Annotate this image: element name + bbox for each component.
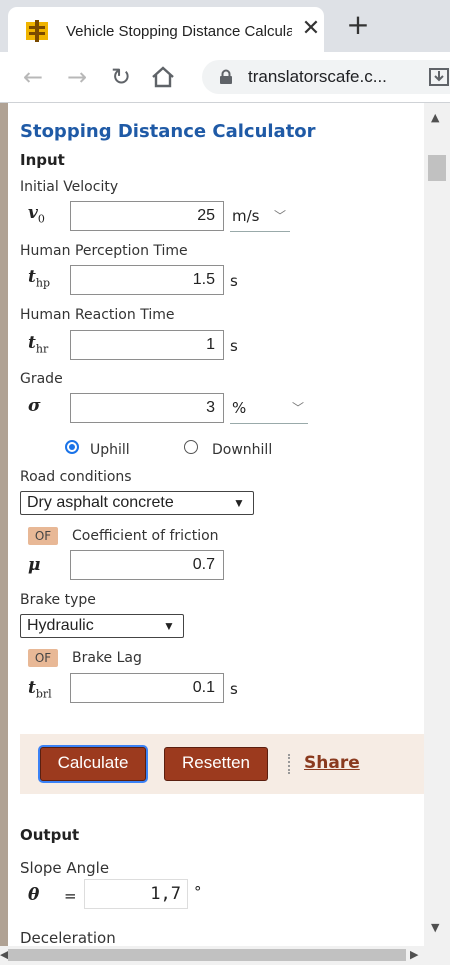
chevron-down-icon: ▼: [233, 496, 245, 510]
downhill-label: Downhill: [212, 442, 273, 458]
slope-symbol: θ: [28, 885, 40, 905]
uphill-radio[interactable]: [65, 440, 79, 454]
site-favicon-icon: [26, 20, 48, 42]
tab-strip: Vehicle Stopping Distance Calculator ✕ +: [0, 0, 450, 52]
scroll-down-icon[interactable]: ▼: [431, 921, 439, 934]
browser-tab[interactable]: Vehicle Stopping Distance Calculator ✕: [8, 7, 324, 52]
velocity-unit-select[interactable]: m/s ﹀: [230, 201, 290, 232]
brake-lag-input[interactable]: 0.1: [70, 673, 224, 703]
action-bar: Calculate Resetten Share: [20, 734, 424, 794]
vertical-scrollbar[interactable]: ▲ ▼: [424, 103, 450, 946]
initial-velocity-input[interactable]: 25: [70, 201, 224, 231]
lock-icon: [220, 69, 232, 84]
road-conditions-select[interactable]: Dry asphalt concrete ▼: [20, 491, 254, 515]
grade-unit-value: %: [232, 399, 247, 417]
road-conditions-label: Road conditions: [20, 469, 132, 485]
uphill-label: Uphill: [90, 442, 130, 458]
home-icon[interactable]: [150, 65, 176, 89]
page-title: Stopping Distance Calculator: [20, 121, 316, 142]
initial-velocity-label: Initial Velocity: [20, 179, 119, 195]
reaction-unit: s: [230, 337, 238, 355]
brake-lag-unit: s: [230, 680, 238, 698]
page-left-border: [0, 103, 8, 946]
url-text: translatorscafe.c...: [248, 67, 387, 86]
address-bar[interactable]: translatorscafe.c...: [202, 60, 450, 94]
scroll-right-icon[interactable]: ▶: [410, 948, 418, 961]
perception-time-label: Human Perception Time: [20, 243, 188, 259]
action-separator: [288, 754, 290, 774]
reload-button[interactable]: ↻: [106, 62, 136, 92]
scroll-thumb[interactable]: [428, 155, 446, 181]
friction-input[interactable]: 0.7: [70, 550, 224, 580]
chevron-down-icon: ▼: [163, 619, 175, 633]
grade-label: Grade: [20, 371, 63, 387]
share-link[interactable]: Share: [304, 753, 360, 773]
reaction-time-input[interactable]: 1: [70, 330, 224, 360]
input-heading: Input: [20, 151, 65, 169]
friction-symbol: μ: [28, 555, 41, 575]
close-tab-icon[interactable]: ✕: [298, 16, 324, 42]
reaction-time-label: Human Reaction Time: [20, 307, 175, 323]
new-tab-button[interactable]: +: [344, 10, 372, 40]
brake-lag-override-badge[interactable]: OF: [28, 649, 58, 667]
reset-button[interactable]: Resetten: [164, 747, 268, 781]
velocity-unit-value: m/s: [232, 207, 260, 225]
brake-lag-label: Brake Lag: [72, 650, 142, 666]
friction-override-badge[interactable]: OF: [28, 527, 58, 545]
grade-input[interactable]: 3: [70, 393, 224, 423]
slope-unit: °: [194, 883, 202, 901]
perception-unit: s: [230, 272, 238, 290]
forward-button[interactable]: →: [62, 62, 92, 92]
tab-title: Vehicle Stopping Distance Calculator: [66, 23, 292, 40]
downhill-radio[interactable]: [184, 440, 198, 454]
reaction-symbol: thr: [28, 333, 49, 356]
output-heading: Output: [20, 826, 80, 844]
perception-time-input[interactable]: 1.5: [70, 265, 224, 295]
chevron-down-icon: ﹀: [292, 401, 305, 415]
browser-toolbar: ← → ↻ translatorscafe.c...: [0, 52, 450, 103]
slope-angle-label: Slope Angle: [20, 859, 110, 877]
scroll-up-icon[interactable]: ▲: [431, 111, 439, 124]
brake-type-label: Brake type: [20, 592, 96, 608]
road-conditions-value: Dry asphalt concrete: [27, 494, 174, 511]
page-viewport: Stopping Distance Calculator Input Initi…: [0, 103, 450, 965]
friction-label: Coefficient of friction: [72, 528, 219, 544]
calculator-panel: Stopping Distance Calculator Input Initi…: [8, 103, 424, 947]
brake-type-value: Hydraulic: [27, 617, 94, 634]
back-button[interactable]: ←: [18, 62, 48, 92]
grade-symbol: σ: [28, 396, 41, 416]
grade-unit-select[interactable]: % ﹀: [230, 393, 308, 424]
deceleration-label: Deceleration: [20, 929, 116, 947]
horizontal-scroll-thumb[interactable]: [8, 949, 406, 961]
perception-symbol: thp: [28, 267, 50, 290]
slope-equals: =: [64, 887, 77, 905]
install-app-icon[interactable]: [428, 65, 450, 89]
horizontal-scrollbar[interactable]: ◀ ▶: [0, 946, 450, 965]
velocity-symbol: v0: [28, 203, 45, 226]
slope-angle-output: 1,7: [84, 879, 188, 909]
brake-type-select[interactable]: Hydraulic ▼: [20, 614, 184, 638]
calculate-button[interactable]: Calculate: [40, 747, 146, 781]
chevron-down-icon: ﹀: [274, 209, 287, 223]
brake-lag-symbol: tbrl: [28, 678, 52, 701]
